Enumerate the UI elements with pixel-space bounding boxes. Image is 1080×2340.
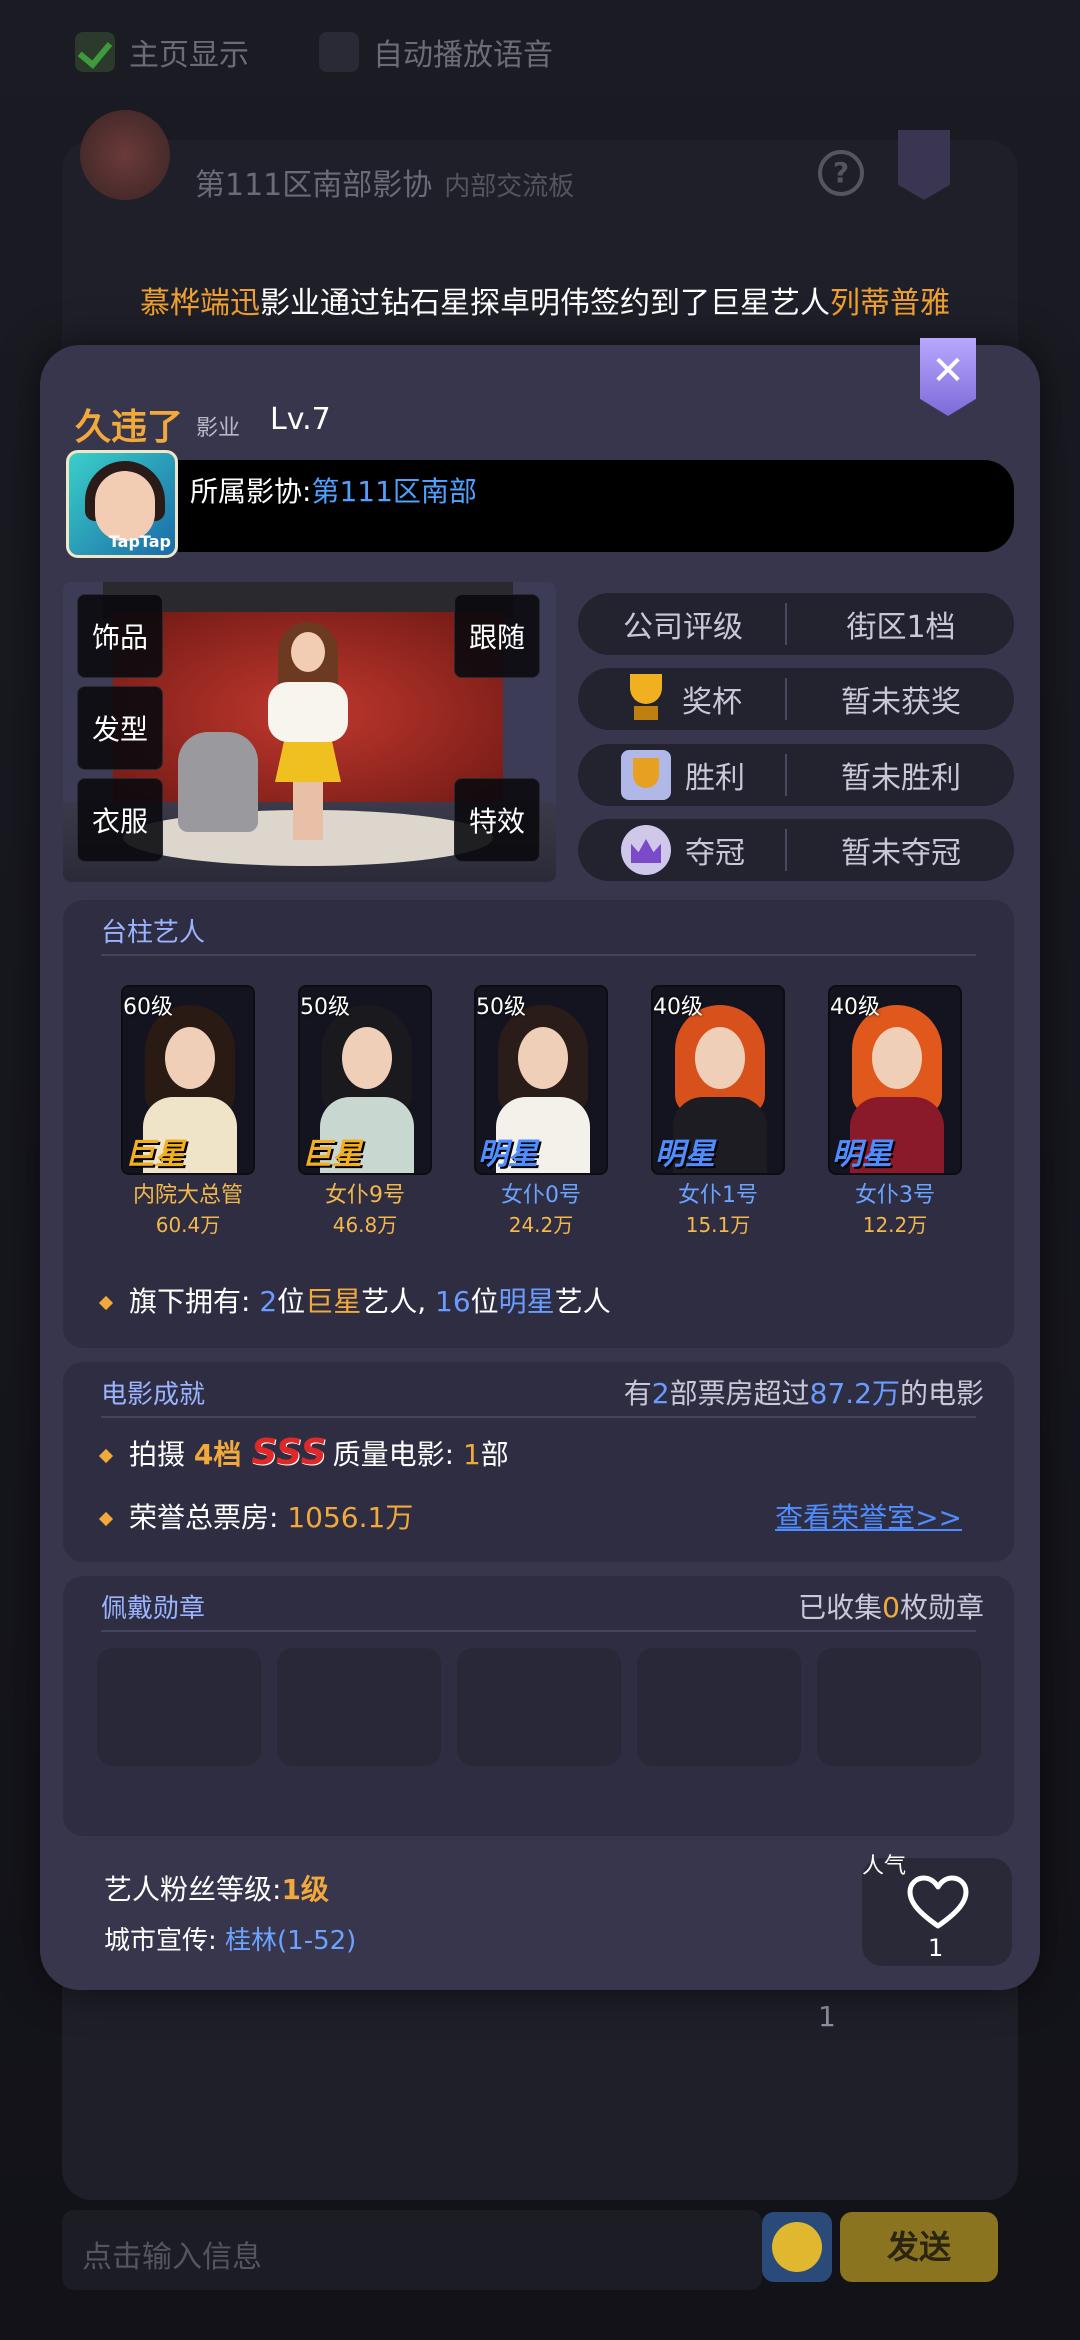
effects-button[interactable]: 特效 — [454, 778, 540, 862]
association-link[interactable]: 第111区南部 — [311, 475, 476, 508]
trophy-icon — [624, 674, 668, 724]
hairstyle-button[interactable]: 发型 — [77, 686, 163, 770]
home-display-label: 主页显示 — [129, 38, 249, 73]
clothing-button[interactable]: 衣服 — [77, 778, 163, 862]
background-panel-title: 第111区南部影协 内部交流板 — [195, 168, 575, 203]
movie-boxoffice-note: 有2部票房超过87.2万的电影 — [623, 1377, 984, 1410]
medals-collected: 已收集0枚勋章 — [798, 1591, 984, 1624]
artist-card[interactable]: 40级 明星 女仆1号 15.1万 — [648, 985, 788, 1238]
crown-icon — [621, 825, 671, 875]
chat-input[interactable]: 点击输入信息 — [62, 2210, 762, 2290]
checkmark-icon — [75, 32, 115, 72]
movie-achievements-title: 电影成就 — [101, 1380, 206, 1410]
company-name: 久违了 — [75, 407, 184, 448]
send-button[interactable]: 发送 — [840, 2212, 998, 2282]
medal-slot[interactable] — [637, 1648, 801, 1766]
medal-slot[interactable] — [97, 1648, 261, 1766]
artist-card[interactable]: 50级 明星 女仆0号 24.2万 — [471, 985, 611, 1238]
help-icon[interactable]: ? — [818, 150, 864, 196]
stat-company-rating: 公司评级 街区1档 — [578, 593, 1014, 655]
artist-card[interactable]: 40级 明星 女仆3号 12.2万 — [825, 985, 965, 1238]
stat-victory: 胜利 暂未胜利 — [578, 744, 1014, 806]
medal-slot[interactable] — [457, 1648, 621, 1766]
honor-room-link[interactable]: 查看荣誉室>> — [775, 1496, 962, 1536]
medal-slot[interactable] — [817, 1648, 981, 1766]
artists-summary: 旗下拥有: 2位巨星艺人, 16位明星艺人 — [98, 1280, 611, 1320]
artist-card[interactable]: 50级 巨星 女仆9号 46.8万 — [295, 985, 435, 1238]
accessories-button[interactable]: 饰品 — [77, 594, 163, 678]
movie-boxoffice-line: 荣誉总票房: 1056.1万 — [98, 1496, 413, 1536]
popularity-count: 1 — [928, 1934, 944, 1962]
heart-icon[interactable] — [906, 1874, 970, 1930]
artist-card[interactable]: 60级 巨星 内院大总管 60.4万 — [118, 985, 258, 1238]
association-logo-icon — [80, 110, 170, 200]
city-promotion: 城市宣传: 桂林(1-52) — [104, 1926, 357, 1956]
announcement-marquee: 慕桦端迅影业通过钻石星探卓明伟签约到了巨星艺人列蒂普雅 — [140, 286, 950, 321]
avatar[interactable]: TapTap — [66, 450, 178, 558]
background-count: 1 — [818, 2000, 836, 2033]
fan-level: 艺人粉丝等级:1级 — [104, 1873, 329, 1906]
empty-checkbox-icon — [319, 32, 359, 72]
character-figure — [291, 632, 325, 672]
company-level: Lv.7 — [270, 402, 331, 437]
top-artists-title: 台柱艺人 — [101, 918, 206, 948]
emoji-button[interactable] — [762, 2212, 832, 2282]
follow-button[interactable]: 跟随 — [454, 594, 540, 678]
popularity-label: 人气 — [862, 1854, 907, 1879]
auto-voice-checkbox[interactable]: 自动播放语音 — [319, 30, 553, 74]
stat-championship: 夺冠 暂未夺冠 — [578, 819, 1014, 881]
medal-slot[interactable] — [277, 1648, 441, 1766]
medals-title: 佩戴勋章 — [101, 1594, 206, 1624]
victory-icon — [621, 750, 671, 800]
home-display-checkbox[interactable]: 主页显示 — [75, 30, 249, 74]
stat-trophy: 奖杯 暂未获奖 — [578, 668, 1014, 730]
taptap-badge: TapTap — [108, 532, 171, 551]
association-info: 所属影协:第111区南部 — [190, 475, 477, 508]
movie-quality-line: 拍摄 4档 SSS 质量电影: 1部 — [98, 1432, 509, 1473]
movie-achievements-section: 电影成就 有2部票房超过87.2万的电影 拍摄 4档 SSS 质量电影: 1部 荣誉… — [63, 1362, 1014, 1562]
chair-prop — [178, 732, 258, 832]
auto-voice-label: 自动播放语音 — [373, 38, 553, 73]
medals-section: 佩戴勋章 已收集0枚勋章 — [63, 1576, 1014, 1836]
background-toolbar: 主页显示 自动播放语音 — [75, 30, 553, 74]
company-type: 影业 — [196, 416, 241, 441]
top-artists-section: 台柱艺人 60级 巨星 内院大总管 60.4万 50级 巨星 女仆9号 46.8… — [63, 900, 1014, 1348]
